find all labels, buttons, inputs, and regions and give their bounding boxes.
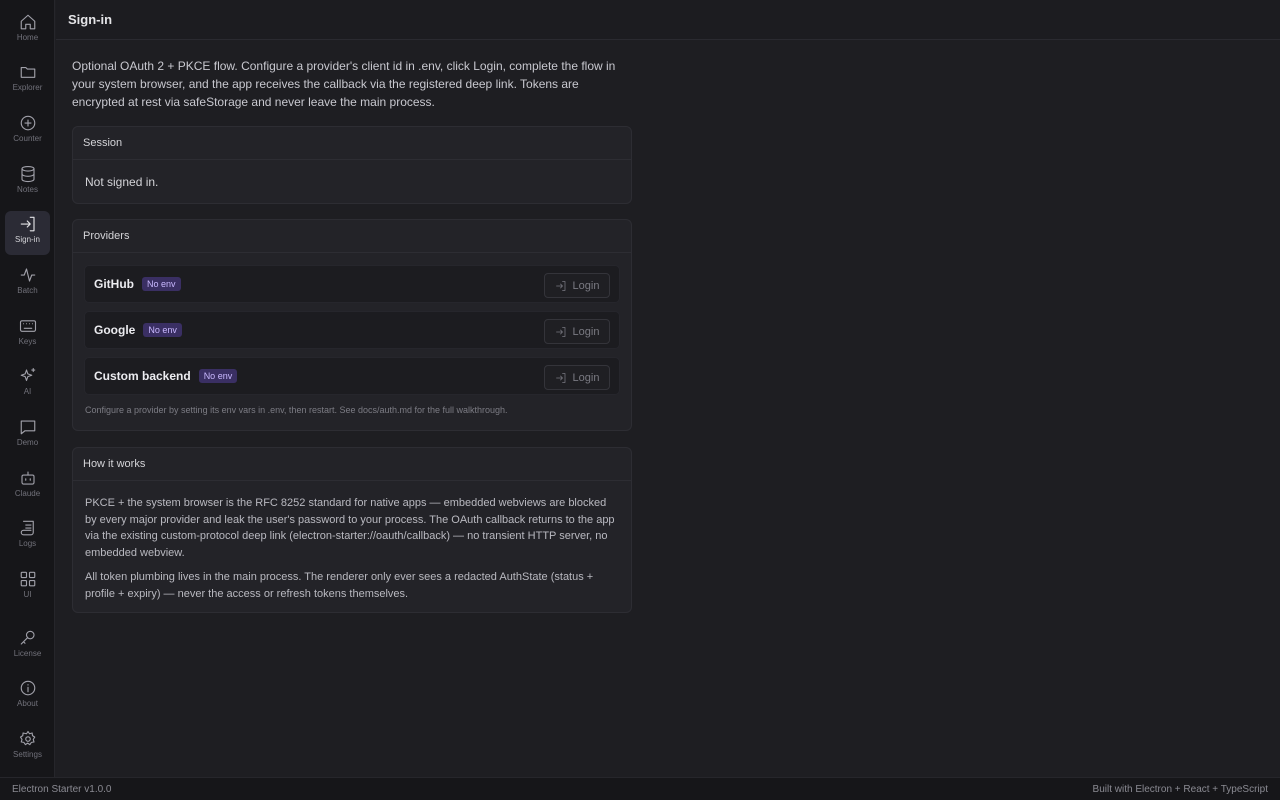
sidebar-item-label: Demo [16,438,39,447]
gear-icon [19,730,35,746]
sidebar-item-label: License [13,649,42,658]
sidebar-item-license[interactable]: License [5,625,50,669]
sidebar-item-label: About [17,699,38,708]
provider-name: Google [94,323,136,337]
provider-row-github: GitHub No env Login [84,265,620,303]
message-square-icon [20,420,35,435]
session-card-title: Session [73,127,631,160]
sidebar-item-settings[interactable]: Settings [5,726,50,770]
status-badge: No env [143,323,182,337]
session-status: Not signed in. [85,175,159,189]
how-it-works-card: How it works PKCE + the system browser i… [72,447,632,613]
bot-icon [20,471,35,485]
keyboard-icon [19,320,36,332]
key-icon [20,630,35,645]
sidebar-item-label: AI [23,387,32,396]
sidebar-item-demo[interactable]: Demo [5,414,50,458]
sidebar-item-sign-in[interactable]: Sign-in [5,211,50,255]
sidebar-item-label: Settings [13,750,42,759]
sidebar-item-explorer[interactable]: Explorer [5,59,50,103]
how-it-works-body: PKCE + the system browser is the RFC 825… [73,481,631,602]
sidebar-item-home[interactable]: Home [5,9,50,53]
session-card: Session Not signed in. [72,126,632,204]
app-version: Electron Starter v1.0.0 [12,783,112,795]
sidebar-item-claude[interactable]: Claude [5,465,50,509]
sidebar-item-notes[interactable]: Notes [5,161,50,205]
how-it-works-paragraph: All token plumbing lives in the main pro… [85,571,594,600]
google-login-button[interactable]: Login [544,319,610,344]
sparkles-icon [20,367,35,382]
sidebar-item-label: Batch [17,286,38,295]
sidebar-item-label: Sign-in [15,235,40,244]
sidebar-item-about[interactable]: About [5,675,50,719]
sidebar-item-label: Claude [14,489,41,498]
sidebar: Home Explorer Counter Notes Sign-in Batc… [0,0,55,777]
info-icon [20,680,35,696]
sign-in-icon [555,280,565,291]
folder-icon [20,66,35,78]
provider-row-google: Google No env Login [84,311,620,349]
sidebar-item-label: Logs [18,539,37,548]
status-badge: No env [142,277,181,291]
sidebar-item-ai[interactable]: AI [5,363,50,407]
providers-card: Providers GitHub No env Login Google No … [72,219,632,431]
providers-hint: Configure a provider by setting its env … [85,405,508,415]
how-it-works-title: How it works [73,448,631,481]
sidebar-item-counter[interactable]: Counter [5,110,50,154]
sidebar-item-keys[interactable]: Keys [5,313,50,357]
sidebar-item-batch[interactable]: Batch [5,262,50,306]
database-icon [20,165,35,183]
sidebar-item-ui[interactable]: UI [5,566,50,610]
sidebar-item-label: Counter [13,134,42,143]
scroll-icon [20,520,34,536]
login-label: Login [572,325,600,338]
sidebar-item-label: Notes [17,185,38,194]
login-label: Login [572,279,600,292]
sign-in-icon [555,372,565,383]
sidebar-item-logs[interactable]: Logs [5,515,50,559]
built-with-text: Built with Electron + React + TypeScript [1092,783,1268,795]
main-content: Optional OAuth 2 + PKCE flow. Configure … [72,57,632,111]
sign-in-icon [20,216,35,232]
page-title: Sign-in [68,12,113,27]
intro-text: Optional OAuth 2 + PKCE flow. Configure … [72,59,616,109]
plus-circle-icon [20,115,35,131]
sidebar-item-label: Keys [18,337,37,346]
sign-in-icon [555,326,565,337]
provider-name: GitHub [94,277,134,291]
provider-row-custom-backend: Custom backend No env Login [84,357,620,395]
grid-icon [20,571,35,587]
sidebar-item-label: UI [23,590,32,599]
status-bar: Electron Starter v1.0.0 Built with Elect… [0,777,1280,800]
how-it-works-paragraph: PKCE + the system browser is the RFC 825… [85,497,615,559]
sidebar-item-label: Home [16,33,39,42]
home-icon [20,14,35,30]
sidebar-item-label: Explorer [12,83,43,92]
providers-card-title: Providers [73,220,631,253]
github-login-button[interactable]: Login [544,273,610,298]
login-label: Login [572,371,600,384]
status-badge: No env [198,369,238,383]
custom-backend-login-button[interactable]: Login [544,365,610,390]
page-header: Sign-in [56,0,1280,40]
activity-icon [20,268,35,282]
provider-name: Custom backend [94,369,191,383]
